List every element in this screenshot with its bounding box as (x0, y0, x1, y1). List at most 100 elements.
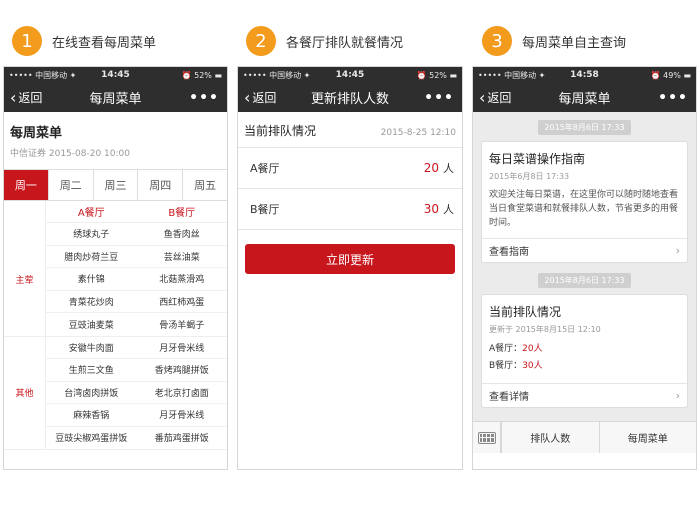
link-label: 查看指南 (489, 247, 529, 258)
queue-card[interactable]: 当前排队情况 更新于 2015年8月15日 12:10 A餐厅：20人 B餐厅：… (481, 294, 688, 408)
menu-row: 青菜花炒肉 西红柿鸡蛋 (46, 291, 227, 313)
dish-a: 台湾卤肉拼饭 (64, 388, 119, 399)
status-bar: ••••• 中国移动 ✦ 14:45 ⏰ 52% ▬ (238, 67, 462, 83)
status-time: 14:58 (570, 70, 599, 80)
chevron-right-icon: › (675, 244, 680, 257)
dish-a: 腊肉炒荷兰豆 (64, 252, 119, 263)
step-caption: 在线查看每周菜单 (52, 35, 157, 51)
category-label: 主荤 (4, 223, 46, 336)
dish-a: 豆豉尖椒鸡蛋拼饭 (55, 434, 128, 445)
card-date: 更新于 2015年8月15日 12:10 (489, 325, 601, 334)
dish-a: 麻辣香锅 (73, 411, 110, 422)
back-label: 返回 (487, 91, 512, 105)
step-1: 1 在线查看每周菜单 (12, 26, 156, 56)
step-caption: 各餐厅排队就餐情况 (286, 35, 404, 51)
dish-b: 月牙骨米线 (159, 343, 205, 354)
nav-bar: ‹ 返回 每周菜单 ••• (473, 83, 696, 112)
back-label: 返回 (252, 91, 277, 105)
tab-wednesday[interactable]: 周三 (92, 170, 138, 200)
queue-count-menu-button[interactable]: 排队人数 (501, 422, 599, 453)
column-header: B餐厅 (136, 201, 227, 223)
bottom-menu-bar: 排队人数 每周菜单 (473, 421, 696, 453)
chat-body: 2015年8月6日 17:33 每日菜谱操作指南 2015年6月8日 17:33… (473, 112, 696, 453)
link-label: 查看详情 (489, 392, 529, 403)
step-number: 3 (482, 26, 512, 56)
queue-row-a: A餐厅 20 人 (238, 148, 462, 189)
page-subtitle: 中信证券 2015-08-20 10:00 (10, 149, 130, 159)
queue-count: 30人 (522, 361, 543, 371)
menu-section-other: 其他 安徽牛肉面 月牙骨米线 生煎三文鱼 香烤鸡腿拼饭 台湾卤肉拼饭 老北京打卤面 麻… (4, 336, 227, 450)
dish-b: 月牙骨米线 (159, 411, 205, 422)
keyboard-toggle[interactable] (473, 422, 501, 453)
card-title: 每日菜谱操作指南 (489, 152, 586, 166)
more-icon[interactable]: ••• (658, 90, 688, 106)
back-label: 返回 (18, 91, 43, 105)
dish-b: 番茄鸡蛋拼饭 (154, 434, 209, 445)
step-3: 3 每周菜单自主查询 (482, 26, 626, 56)
dish-b: 芸丝油菜 (163, 252, 200, 263)
view-details-link[interactable]: 查看详情 › (482, 383, 687, 407)
dish-b: 香烤鸡腿拼饭 (154, 366, 209, 377)
weekday-tabs: 周一 周二 周三 周四 周五 (4, 169, 227, 201)
dish-b: 鱼香肉丝 (163, 230, 200, 241)
queue-title: 当前排队情况 (244, 124, 317, 138)
menu-row: 绣球丸子 鱼香肉丝 (46, 223, 227, 246)
menu-row: 台湾卤肉拼饭 老北京打卤面 (46, 382, 227, 404)
view-guide-link[interactable]: 查看指南 › (482, 238, 687, 262)
menu-row: 安徽牛肉面 月牙骨米线 (46, 337, 227, 359)
more-icon[interactable]: ••• (424, 90, 454, 106)
guide-card[interactable]: 每日菜谱操作指南 2015年6月8日 17:33 欢迎关注每日菜谱，在这里你可以… (481, 141, 688, 263)
status-time: 14:45 (335, 70, 365, 80)
dish-a: 青菜花炒肉 (68, 297, 114, 308)
update-now-button[interactable]: 立即更新 (245, 244, 455, 274)
queue-unit: 人 (443, 203, 454, 216)
menu-row: 素什锦 北菇蒸滑鸡 (46, 268, 227, 291)
phone-chat-menu: ••••• 中国移动 ✦ 14:58 ⏰ 49% ▬ ‹ 返回 每周菜单 •••… (472, 66, 697, 470)
dish-a: 绣球丸子 (73, 230, 110, 241)
dish-b: 骨汤羊蝎子 (159, 320, 205, 331)
back-button[interactable]: ‹ 返回 (244, 89, 276, 106)
queue-count: 20人 (522, 344, 543, 354)
tab-thursday[interactable]: 周四 (137, 170, 182, 200)
tab-tuesday[interactable]: 周二 (47, 170, 93, 200)
message-timestamp: 2015年8月6日 17:33 (538, 120, 631, 135)
step-number: 2 (246, 26, 276, 56)
weekly-menu-button[interactable]: 每周菜单 (598, 422, 697, 453)
menu-section-main: 主荤 绣球丸子 鱼香肉丝 腊肉炒荷兰豆 芸丝油菜 素什锦 北菇蒸滑鸡 青菜花炒肉 西红柿… (4, 223, 227, 337)
queue-unit: 人 (443, 162, 454, 175)
restaurant-name: A餐厅 (250, 162, 280, 175)
queue-count[interactable]: 20 (424, 161, 439, 175)
queue-row-b: B餐厅 30 人 (238, 189, 462, 230)
back-button[interactable]: ‹ 返回 (479, 89, 511, 106)
dish-a: 豆豉油麦菜 (68, 320, 114, 331)
status-time: 14:45 (101, 70, 130, 80)
message-timestamp: 2015年8月6日 17:33 (538, 273, 631, 288)
keyboard-icon (477, 431, 496, 444)
dish-a: 素什锦 (77, 275, 105, 286)
more-icon[interactable]: ••• (189, 90, 219, 106)
queue-line-b: B餐厅：30人 (482, 358, 687, 383)
menu-header: A餐厅 B餐厅 (4, 201, 227, 223)
dish-a: 安徽牛肉面 (68, 343, 114, 354)
queue-date: 2015-8-25 12:10 (380, 128, 456, 138)
queue-header: 当前排队情况 2015-8-25 12:10 (238, 112, 462, 148)
nav-bar: ‹ 返回 更新排队人数 ••• (238, 83, 462, 112)
menu-row: 腊肉炒荷兰豆 芸丝油菜 (46, 246, 227, 268)
status-bar: ••••• 中国移动 ✦ 14:45 ⏰ 52% ▬ (4, 67, 227, 83)
page-title: 每周菜单 (10, 126, 63, 141)
queue-count[interactable]: 30 (424, 202, 439, 216)
phone-weekly-menu: ••••• 中国移动 ✦ 14:45 ⏰ 52% ▬ ‹ 返回 每周菜单 •••… (3, 66, 228, 470)
card-title: 当前排队情况 (489, 305, 562, 319)
back-button[interactable]: ‹ 返回 (10, 89, 42, 106)
tab-monday[interactable]: 周一 (4, 170, 48, 200)
step-2: 2 各餐厅排队就餐情况 (246, 26, 403, 56)
phone-queue-update: ••••• 中国移动 ✦ 14:45 ⏰ 52% ▬ ‹ 返回 更新排队人数 •… (237, 66, 463, 470)
queue-line-a: A餐厅：20人 (482, 341, 687, 358)
step-number: 1 (12, 26, 42, 56)
menu-row: 生煎三文鱼 香烤鸡腿拼饭 (46, 359, 227, 382)
tab-friday[interactable]: 周五 (182, 170, 227, 200)
step-caption: 每周菜单自主查询 (522, 35, 627, 51)
chevron-left-icon: ‹ (479, 87, 486, 107)
chevron-left-icon: ‹ (244, 87, 251, 107)
status-bar: ••••• 中国移动 ✦ 14:58 ⏰ 49% ▬ (473, 67, 696, 83)
